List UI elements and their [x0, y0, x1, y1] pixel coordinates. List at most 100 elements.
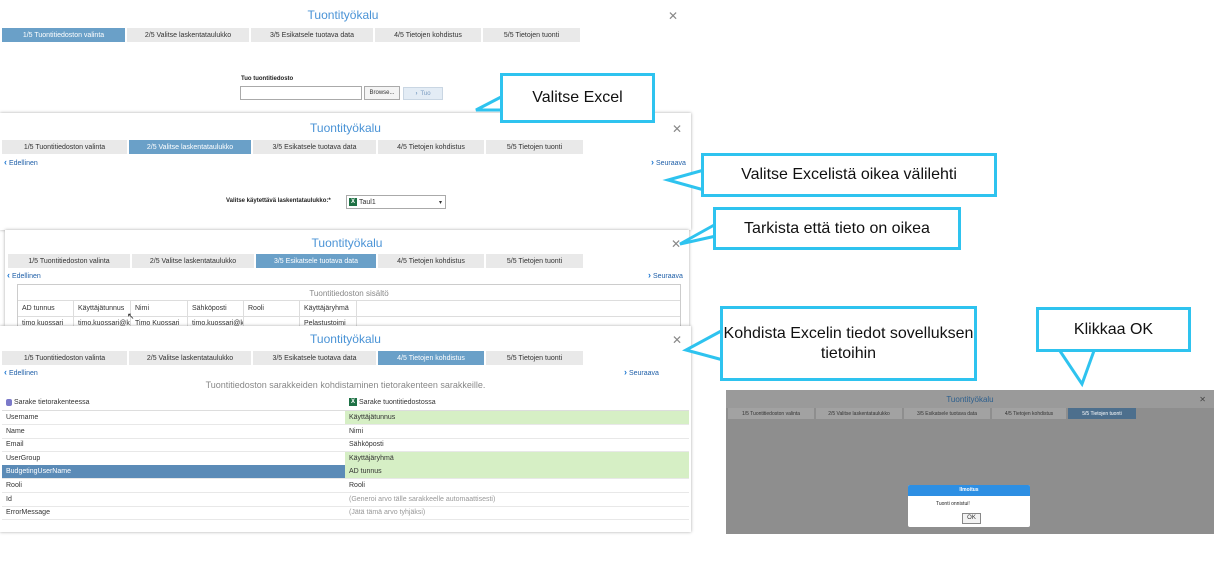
- import-tool-step4: Tuontityökalu ✕ 1/5 Tuontitiedoston vali…: [0, 326, 691, 532]
- preview-header-cell: Käyttäjätunnus: [74, 301, 131, 316]
- step-tabs: 1/5 Tuontitiedoston valinta 2/5 Valitse …: [2, 140, 585, 154]
- tab-step-1[interactable]: 1/5 Tuontitiedoston valinta: [2, 140, 127, 154]
- import-tool-step5: Tuontityökalu ✕ 1/5 Tuontitiedoston vali…: [726, 390, 1214, 534]
- tab-step-4[interactable]: 4/5 Tietojen kohdistus: [378, 140, 484, 154]
- preview-header-row: AD tunnus Käyttäjätunnus Nimi Sähköposti Roo…: [18, 301, 680, 317]
- mapping-source-select[interactable]: (Generoi arvo tälle sarakkeelle automaat…: [345, 493, 689, 506]
- window-title: Tuontityökalu: [310, 332, 381, 346]
- callout-map-columns: Kohdista Excelin tiedot sovelluksen tiet…: [720, 306, 977, 381]
- tab-step-3[interactable]: 3/5 Esikatsele tuotava data: [251, 28, 373, 42]
- mapping-header: Sarake tietorakenteessa X Sarake tuontiti…: [2, 394, 689, 411]
- close-icon[interactable]: ✕: [668, 9, 678, 23]
- tab-step-3[interactable]: 3/5 Esikatsele tuotava data: [253, 351, 376, 365]
- tab-step-5[interactable]: 5/5 Tietojen tuonti: [483, 28, 580, 42]
- step-tabs: 1/5 Tuontitiedoston valinta 2/5 Valitse …: [2, 351, 585, 365]
- tab-step-4[interactable]: 4/5 Tietojen kohdistus: [378, 254, 484, 268]
- tab-step-1[interactable]: 1/5 Tuontitiedoston valinta: [2, 28, 125, 42]
- tab-step-3[interactable]: 3/5 Esikatsele tuotava data: [904, 408, 990, 419]
- import-tool-step3: Tuontityökalu ✕ 1/5 Tuontitiedoston vali…: [5, 230, 689, 326]
- mapping-source-select[interactable]: AD tunnus: [345, 465, 689, 479]
- preview-cell: Timo Kuossari: [131, 317, 188, 326]
- mapping-row[interactable]: Username Käyttäjätunnus: [2, 411, 689, 425]
- tab-step-2[interactable]: 2/5 Valitse laskentataulukko: [132, 254, 254, 268]
- ok-button[interactable]: OK: [962, 513, 981, 524]
- col-structure-header: Sarake tietorakenteessa: [14, 398, 90, 406]
- prev-link-label: Edellinen: [11, 273, 41, 280]
- tab-step-4[interactable]: 4/5 Tietojen kohdistus: [378, 351, 484, 365]
- prev-link[interactable]: ‹ Edellinen: [7, 270, 41, 280]
- preview-header-cell: Sähköposti: [188, 301, 244, 316]
- mapping-row[interactable]: Id (Generoi arvo tälle sarakkeelle automa…: [2, 493, 689, 507]
- prev-link[interactable]: ‹ Edellinen: [4, 367, 38, 377]
- mapping-source-select[interactable]: (Jätä tämä arvo tyhjäksi): [345, 506, 689, 519]
- mapping-row[interactable]: ErrorMessage (Jätä tämä arvo tyhjäksi): [2, 506, 689, 521]
- mapping-source-select[interactable]: Käyttäjätunnus: [345, 411, 689, 424]
- tab-step-5[interactable]: 5/5 Tietojen tuonti: [1068, 408, 1136, 419]
- window-title: Tuontityökalu: [307, 8, 379, 22]
- close-icon[interactable]: ✕: [672, 122, 682, 136]
- table-row: timo kuossari timo.kuossari@ks Timo Kuossa…: [18, 317, 680, 326]
- tab-step-2[interactable]: 2/5 Valitse laskentataulukko: [127, 28, 249, 42]
- step-tabs: 1/5 Tuontitiedoston valinta 2/5 Valitse …: [8, 254, 585, 268]
- tab-step-2[interactable]: 2/5 Valitse laskentataulukko: [129, 140, 251, 154]
- browse-button[interactable]: Browse...: [364, 86, 400, 100]
- tab-step-1[interactable]: 1/5 Tuontitiedoston valinta: [2, 351, 127, 365]
- tab-step-3[interactable]: 3/5 Esikatsele tuotava data: [253, 140, 376, 154]
- preview-cell: [244, 317, 300, 326]
- chevron-left-icon: ‹: [7, 270, 10, 280]
- next-link[interactable]: › Seuraava: [624, 367, 659, 377]
- preview-cell: Pelastustoimi: [300, 317, 357, 326]
- next-link[interactable]: › Seuraava: [651, 157, 686, 167]
- close-icon[interactable]: ✕: [672, 333, 682, 347]
- tab-step-5[interactable]: 5/5 Tietojen tuonti: [486, 140, 583, 154]
- mapping-field: Rooli: [6, 482, 22, 489]
- window-title: Tuontityökalu: [311, 236, 383, 250]
- close-icon[interactable]: ✕: [671, 237, 681, 251]
- step-tabs: 1/5 Tuontitiedoston valinta 2/5 Valitse …: [2, 28, 582, 42]
- tab-step-4[interactable]: 4/5 Tietojen kohdistus: [992, 408, 1066, 419]
- mapping-source-select[interactable]: Nimi: [345, 425, 689, 438]
- mapping-row[interactable]: Email Sähköposti: [2, 438, 689, 453]
- dialog-title: Ilmoitus: [908, 485, 1030, 496]
- tab-step-3[interactable]: 3/5 Esikatsele tuotava data: [256, 254, 376, 268]
- tab-step-5[interactable]: 5/5 Tietojen tuonti: [486, 254, 583, 268]
- mapping-source-select[interactable]: Rooli: [345, 479, 689, 492]
- mapping-row[interactable]: Name Nimi: [2, 425, 689, 439]
- close-icon[interactable]: ✕: [1199, 395, 1206, 404]
- file-input[interactable]: [240, 86, 362, 100]
- tab-step-4[interactable]: 4/5 Tietojen kohdistus: [375, 28, 481, 42]
- chevron-right-icon: ›: [415, 90, 418, 97]
- tab-step-1[interactable]: 1/5 Tuontitiedoston valinta: [8, 254, 130, 268]
- tab-step-2[interactable]: 2/5 Valitse laskentataulukko: [129, 351, 251, 365]
- mapping-field: Username: [6, 414, 39, 421]
- tab-step-5[interactable]: 5/5 Tietojen tuonti: [486, 351, 583, 365]
- next-link-label: Seuraava: [652, 273, 683, 280]
- callout-click-ok: Klikkaa OK: [1036, 307, 1191, 352]
- preview-cell: timo kuossari: [18, 317, 74, 326]
- dialog-message: Tuonti onnistui!: [936, 501, 970, 507]
- sheet-select[interactable]: X Taul1 ▾: [346, 195, 446, 209]
- sheet-select-value: Taul1: [359, 198, 376, 206]
- chevron-down-icon: ▾: [438, 199, 442, 206]
- callout-check-data: Tarkista että tieto on oikea: [713, 207, 961, 250]
- notification-dialog: Ilmoitus Tuonti onnistui! OK: [908, 485, 1030, 527]
- next-link-label: Seuraava: [628, 370, 659, 377]
- prev-link[interactable]: ‹ Edellinen: [4, 157, 38, 167]
- prev-link-label: Edellinen: [8, 370, 38, 377]
- mapping-row[interactable]: Rooli Rooli: [2, 479, 689, 493]
- tab-step-2[interactable]: 2/5 Valitse laskentataulukko: [816, 408, 902, 419]
- step-tabs: 1/5 Tuontitiedoston valinta 2/5 Valitse …: [728, 408, 1138, 419]
- excel-icon: X: [349, 198, 357, 206]
- mapping-source-select[interactable]: Käyttäjäryhmä: [345, 451, 689, 465]
- mapping-row[interactable]: UserGroup Käyttäjäryhmä: [2, 451, 689, 466]
- mapping-source-select[interactable]: Sähköposti: [345, 438, 689, 451]
- pointer-callout-5: [1055, 346, 1098, 388]
- sheet-label: Valitse käytettävä laskentataulukko:*: [226, 198, 331, 204]
- next-link[interactable]: › Seuraava: [648, 270, 683, 280]
- excel-icon: X: [349, 398, 357, 406]
- mapping-row[interactable]: BudgetingUserName AD tunnus: [2, 465, 689, 480]
- mapping-field: UserGroup: [6, 454, 41, 462]
- tab-step-1[interactable]: 1/5 Tuontitiedoston valinta: [728, 408, 814, 419]
- preview-table: Tuontitiedoston sisältö AD tunnus Käyttäj…: [17, 284, 681, 326]
- import-button[interactable]: › Tuo: [403, 87, 443, 100]
